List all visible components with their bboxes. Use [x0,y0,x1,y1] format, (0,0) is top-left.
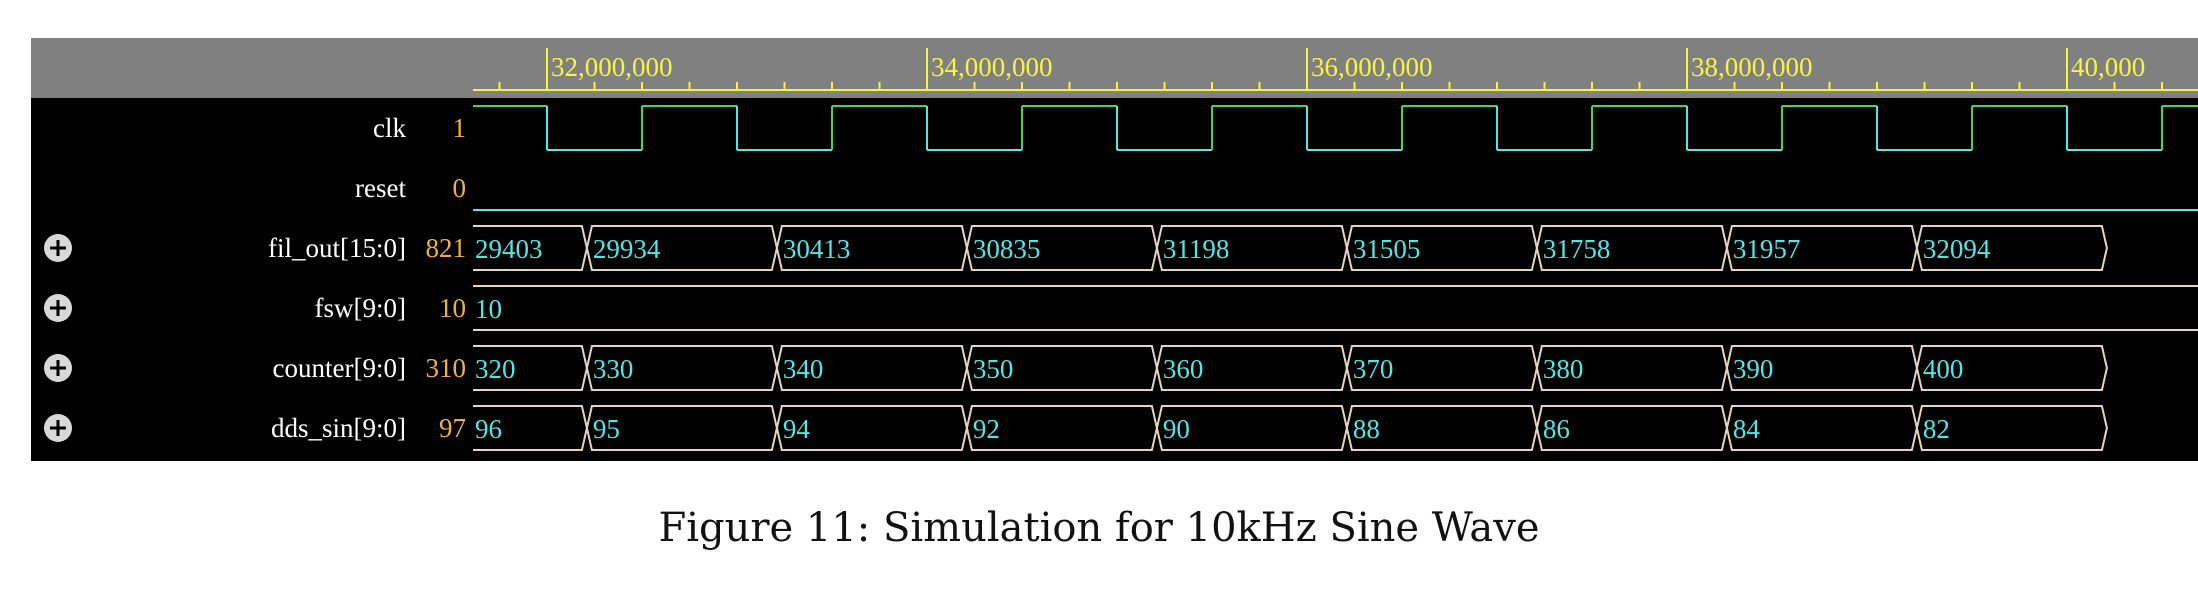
ruler-tick-label: 36,000,000 [1311,52,1433,82]
waveform-bus: 320 330 340 350 360 370 380 390 400 [473,345,2108,391]
bus-value-label: 86 [1543,414,1570,444]
bus-value-label: 370 [1353,354,1394,384]
bus-value-label: 92 [973,414,1000,444]
bus-value-label: 29934 [593,234,661,264]
waveform-viewer[interactable]: 32,000,000 34,000,000 36,000,000 38,000,000… [31,38,2198,461]
bus-value-label: 84 [1733,414,1761,444]
signal-cursor-value: 0 [452,173,467,203]
bus-value-label: 96 [475,414,502,444]
bus-value-label: 10 [475,294,502,324]
bus-value-label: 360 [1163,354,1204,384]
bus-value-label: 350 [973,354,1014,384]
signal-row[interactable]: fsw[9:0] 10 [31,278,471,338]
signal-row[interactable]: dds_sin[9:0] 97 [31,398,471,458]
ruler-tick-label: 38,000,000 [1691,52,1813,82]
bus-value-label: 30413 [783,234,851,264]
bus-value-label: 32094 [1923,234,1991,264]
bus-value-label: 380 [1543,354,1584,384]
ruler-tick-label: 32,000,000 [551,52,673,82]
waveform-bus: 96 95 94 92 90 88 86 84 82 [473,405,2108,451]
signal-row[interactable]: fil_out[15:0] 821 [31,218,471,278]
signal-name[interactable]: counter[9:0] [273,338,406,398]
bus-value-label: 330 [593,354,634,384]
signal-name[interactable]: clk [373,98,406,158]
bus-value-label: 88 [1353,414,1380,444]
bus-value-label: 400 [1923,354,1964,384]
signal-row[interactable]: counter[9:0] 310 [31,338,471,398]
bus-value-label: 29403 [475,234,543,264]
ruler-tick-label: 40,000 [2071,52,2145,82]
signal-row[interactable]: reset 0 [31,158,471,218]
signal-row[interactable]: clk 1 [31,98,471,158]
bus-value-label: 340 [783,354,824,384]
bus-value-label: 30835 [973,234,1041,264]
expand-plus-icon[interactable] [43,413,73,443]
waveform-bus: 10 [473,285,2198,331]
signal-cursor-value: 10 [439,293,466,323]
waveform-clock [473,105,2198,151]
signal-cursor-value: 310 [425,353,467,383]
bus-segment [473,285,2198,331]
signal-name[interactable]: reset [355,158,406,218]
waveform-bus: 29403 29934 30413 30835 31198 31505 31758 31957… [473,225,2108,271]
ruler-marks: 32,000,000 34,000,000 36,000,000 38,000,000… [473,48,2198,91]
bus-value-label: 31957 [1733,234,1801,264]
expand-plus-icon[interactable] [43,353,73,383]
bus-value-label: 95 [593,414,620,444]
ruler-tick-label: 34,000,000 [931,52,1053,82]
signal-name[interactable]: fil_out[15:0] [268,218,406,278]
signal-cursor-value: 97 [439,413,466,443]
bus-value-label: 320 [475,354,516,384]
expand-plus-icon[interactable] [43,293,73,323]
bus-value-label: 31198 [1163,234,1230,264]
bus-value-label: 390 [1733,354,1774,384]
figure-caption: Figure 11: Simulation for 10kHz Sine Wav… [658,505,1540,551]
bus-value-label: 94 [783,414,811,444]
expand-plus-icon[interactable] [43,233,73,263]
signal-cursor-value: 1 [452,113,467,143]
signal-cursor-value: 821 [425,233,467,263]
bus-value-label: 31505 [1353,234,1421,264]
signal-name[interactable]: fsw[9:0] [315,278,406,338]
bus-value-label: 90 [1163,414,1190,444]
bus-value-label: 31758 [1543,234,1611,264]
bus-value-label: 82 [1923,414,1950,444]
signal-name[interactable]: dds_sin[9:0] [271,398,406,458]
